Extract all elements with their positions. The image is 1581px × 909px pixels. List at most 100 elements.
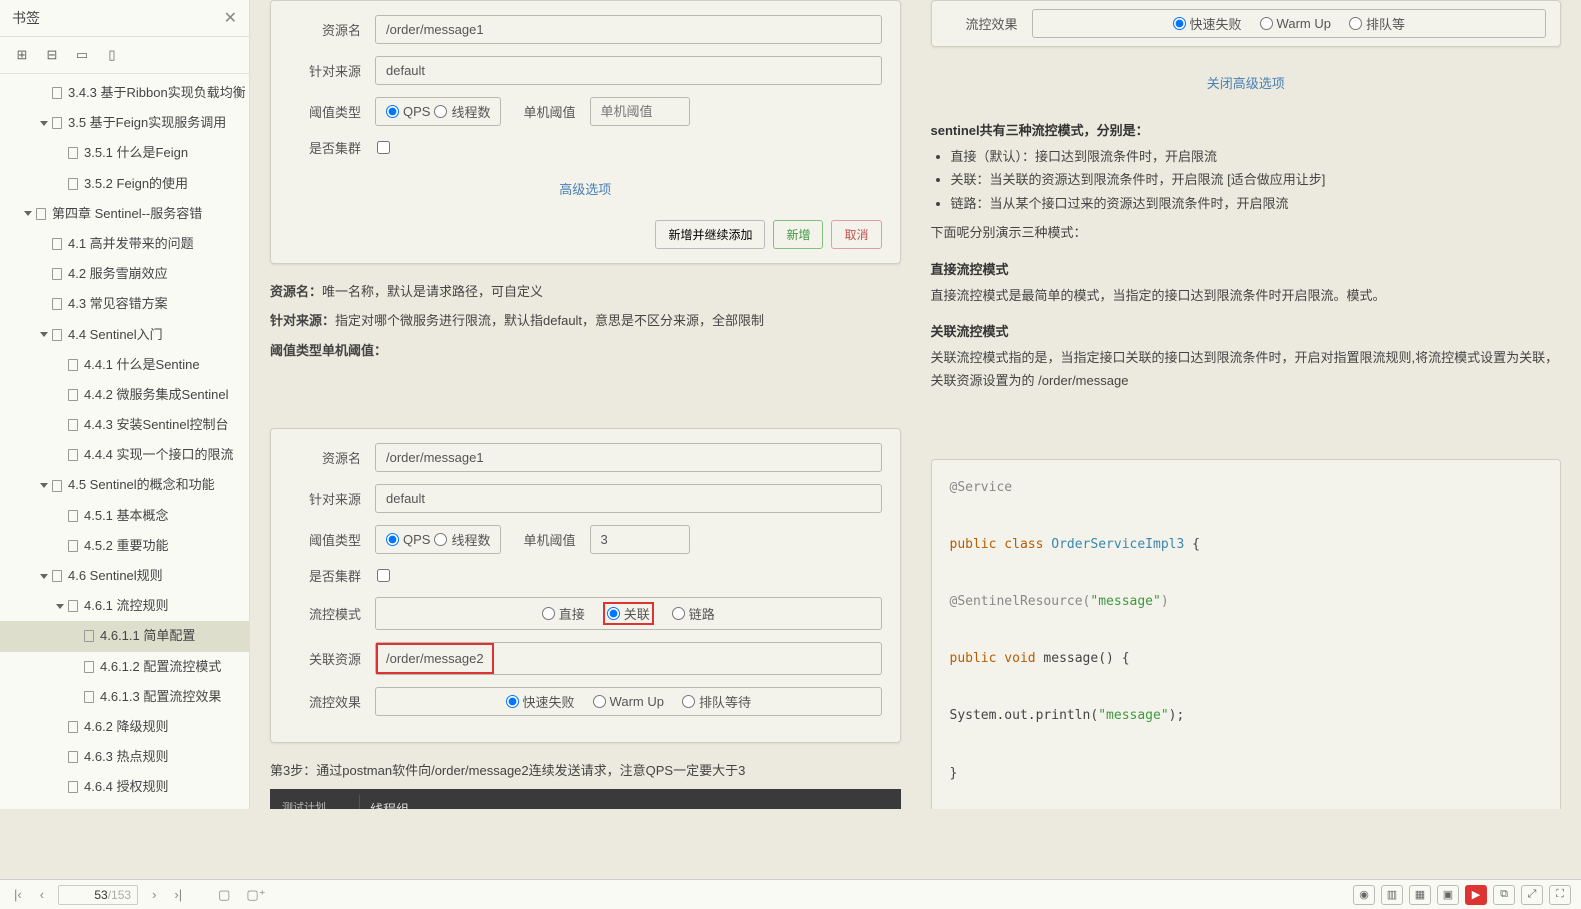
bookmark-icon bbox=[84, 691, 94, 703]
mode-link-desc: 链路：当从某个接口过来的资源达到限流条件时，开启限流 bbox=[951, 192, 1562, 215]
btn-add[interactable]: 新增 bbox=[773, 220, 823, 249]
nav-item[interactable]: 3.5 基于Feign实现服务调用 bbox=[0, 108, 249, 138]
book-icon[interactable]: ▣ bbox=[1437, 885, 1459, 905]
nav-item[interactable]: 4.4 Sentinel入门 bbox=[0, 320, 249, 350]
nav-label: 4.6.2 降级规则 bbox=[84, 718, 169, 736]
label-resource: 资源名 bbox=[289, 20, 361, 39]
label-cluster-2: 是否集群 bbox=[289, 566, 361, 585]
input-resource-2[interactable] bbox=[375, 443, 882, 472]
bookmark-icon[interactable]: ▭ bbox=[74, 47, 90, 63]
radio-relation[interactable] bbox=[607, 607, 620, 620]
nav-item[interactable]: 3.5.2 Feign的使用 bbox=[0, 169, 249, 199]
advanced-options-link[interactable]: 高级选项 bbox=[289, 169, 882, 212]
radio-threshold-type-2[interactable]: QPS 线程数 bbox=[375, 525, 501, 554]
nav-tree: 3.4.3 基于Ribbon实现负载均衡3.5 基于Feign实现服务调用3.5… bbox=[0, 74, 249, 809]
nav-item[interactable]: 4.6.1.3 配置流控效果 bbox=[0, 682, 249, 712]
nav-item[interactable]: 4.4.4 实现一个接口的限流 bbox=[0, 440, 249, 470]
bookmark-icon bbox=[52, 87, 62, 99]
nav-item[interactable]: 第四章 Sentinel--服务容错 bbox=[0, 199, 249, 229]
nav-item[interactable]: 4.6.2 降级规则 bbox=[0, 712, 249, 742]
prev-page-icon[interactable]: ‹ bbox=[36, 885, 48, 904]
btn-cancel[interactable]: 取消 bbox=[831, 220, 881, 249]
nav-item[interactable]: 4.4.2 微服务集成Sentinel bbox=[0, 380, 249, 410]
nav-item[interactable]: 3.4.3 基于Ribbon实现负载均衡 bbox=[0, 78, 249, 108]
radio-threshold-type[interactable]: QPS 线程数 bbox=[375, 97, 501, 126]
chevron-down-icon bbox=[56, 604, 64, 609]
close-icon[interactable]: ✕ bbox=[224, 8, 237, 28]
input-single-2[interactable] bbox=[590, 525, 690, 554]
nav-item[interactable]: 4.3 常见容错方案 bbox=[0, 289, 249, 319]
input-resource[interactable] bbox=[375, 15, 882, 44]
radio-warmup[interactable] bbox=[593, 695, 606, 708]
nav-label: 4.5.1 基本概念 bbox=[84, 507, 169, 525]
collapse-icon[interactable]: ⊟ bbox=[44, 47, 60, 63]
radio-threads[interactable] bbox=[434, 105, 447, 118]
flow-rule-form-basic: 资源名 针对来源 阈值类型 QPS 线程数 单机阈值 bbox=[270, 0, 901, 264]
checkbox-cluster[interactable] bbox=[377, 141, 390, 154]
nav-label: 3.5.2 Feign的使用 bbox=[84, 175, 188, 193]
radio-queue[interactable] bbox=[682, 695, 695, 708]
input-source-2[interactable] bbox=[375, 484, 882, 513]
radio-effect[interactable]: 快速失败 Warm Up 排队等待 bbox=[375, 687, 882, 716]
expand-icon[interactable]: ⤢ bbox=[1521, 885, 1543, 905]
tab-add-icon[interactable]: ▢ bbox=[214, 885, 234, 905]
next-page-icon[interactable]: › bbox=[148, 885, 160, 904]
expand-icon[interactable]: ⊞ bbox=[14, 47, 30, 63]
nav-item[interactable]: 4.5 Sentinel的概念和功能 bbox=[0, 470, 249, 500]
nav-item[interactable]: 4.5.2 重要功能 bbox=[0, 531, 249, 561]
radio-qps-2[interactable] bbox=[386, 533, 399, 546]
layout2-icon[interactable]: ▦ bbox=[1409, 885, 1431, 905]
radio-flow-mode[interactable]: 直接 关联 链路 bbox=[375, 597, 882, 630]
nav-item[interactable]: 4.2 服务雪崩效应 bbox=[0, 259, 249, 289]
nav-item[interactable]: 4.6.5 系统规则 bbox=[0, 803, 249, 810]
document-view[interactable]: 资源名 针对来源 阈值类型 QPS 线程数 单机阈值 bbox=[250, 0, 1581, 809]
btn-add-continue[interactable]: 新增并继续添加 bbox=[655, 220, 765, 249]
bookmark-icon bbox=[68, 178, 78, 190]
fullscreen-icon[interactable]: ⛶ bbox=[1549, 885, 1571, 905]
input-relation-resource[interactable]: /order/message2 bbox=[376, 643, 494, 674]
page-indicator[interactable]: 53/153 bbox=[58, 885, 138, 905]
nav-item[interactable]: 4.6.1.1 简单配置 bbox=[0, 621, 249, 651]
bookmark-alt-icon[interactable]: ▯ bbox=[104, 47, 120, 63]
radio-fail[interactable] bbox=[506, 695, 519, 708]
nav-item[interactable]: 3.5.1 什么是Feign bbox=[0, 138, 249, 168]
bookmarks-sidebar: 书签 ✕ ⊞ ⊟ ▭ ▯ 3.4.3 基于Ribbon实现负载均衡3.5 基于F… bbox=[0, 0, 250, 809]
bookmark-icon bbox=[68, 781, 78, 793]
close-advanced-link[interactable]: 关闭高级选项 bbox=[931, 63, 1562, 106]
play-icon[interactable]: ▶ bbox=[1465, 885, 1487, 905]
nav-item[interactable]: 4.4.1 什么是Sentine bbox=[0, 350, 249, 380]
radio-queue-r[interactable] bbox=[1349, 17, 1362, 30]
nav-item[interactable]: 4.1 高并发带来的问题 bbox=[0, 229, 249, 259]
nav-item[interactable]: 4.6.3 热点规则 bbox=[0, 742, 249, 772]
radio-direct[interactable] bbox=[542, 607, 555, 620]
checkbox-cluster-2[interactable] bbox=[377, 569, 390, 582]
radio-effect-r[interactable]: 快速失败 Warm Up 排队等 bbox=[1032, 9, 1547, 38]
input-source[interactable] bbox=[375, 56, 882, 85]
label-single-2: 单机阈值 bbox=[523, 530, 575, 549]
radio-warmup-r[interactable] bbox=[1260, 17, 1273, 30]
tab-new-icon[interactable]: ▢⁺ bbox=[242, 885, 269, 905]
nav-item[interactable]: 4.6.4 授权规则 bbox=[0, 772, 249, 802]
nav-item[interactable]: 4.6.1.2 配置流控模式 bbox=[0, 652, 249, 682]
radio-qps[interactable] bbox=[386, 105, 399, 118]
bookmark-icon bbox=[68, 600, 78, 612]
copy-icon[interactable]: ⧉ bbox=[1493, 885, 1515, 905]
nav-item[interactable]: 4.6 Sentinel规则 bbox=[0, 561, 249, 591]
radio-threads-2[interactable] bbox=[434, 533, 447, 546]
radio-fail-r[interactable] bbox=[1173, 17, 1186, 30]
nav-item[interactable]: 4.6.1 流控规则 bbox=[0, 591, 249, 621]
radio-link[interactable] bbox=[672, 607, 685, 620]
bookmark-icon bbox=[68, 419, 78, 431]
bookmark-icon bbox=[68, 721, 78, 733]
eye-icon[interactable]: ◉ bbox=[1353, 885, 1375, 905]
input-single-threshold[interactable] bbox=[590, 97, 690, 126]
last-page-icon[interactable]: ›| bbox=[170, 885, 186, 904]
layout1-icon[interactable]: ▥ bbox=[1381, 885, 1403, 905]
first-page-icon[interactable]: |‹ bbox=[10, 885, 26, 904]
bookmark-icon bbox=[52, 117, 62, 129]
mode-direct-desc: 直接（默认）：接口达到限流条件时，开启限流 bbox=[951, 145, 1562, 168]
nav-item[interactable]: 4.5.1 基本概念 bbox=[0, 501, 249, 531]
effect-panel-top: 流控效果 快速失败 Warm Up 排队等 bbox=[931, 0, 1562, 47]
nav-item[interactable]: 4.4.3 安装Sentinel控制台 bbox=[0, 410, 249, 440]
desc-resource: 资源名：唯一名称，默认是请求路径，可自定义 bbox=[270, 280, 901, 303]
